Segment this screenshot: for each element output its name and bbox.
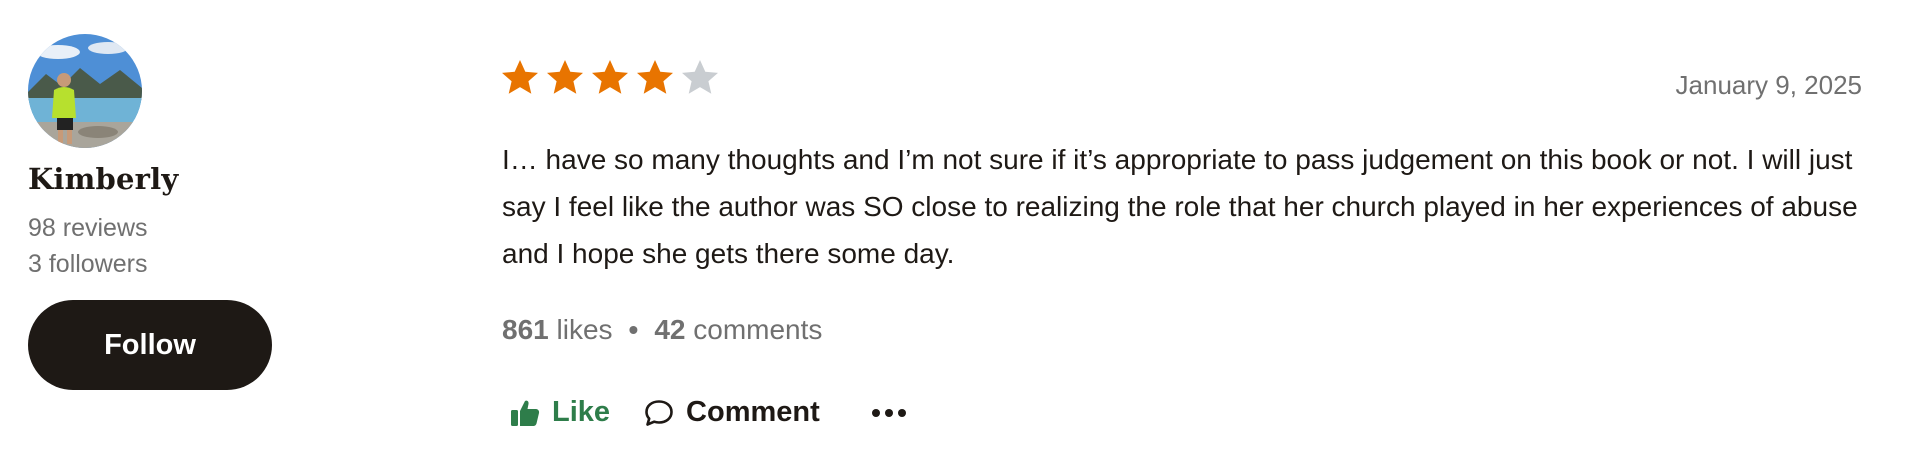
star-filled-icon: [500, 58, 540, 96]
star-filled-icon: [545, 58, 585, 96]
comments-count: 42: [654, 314, 686, 345]
comment-bubble-icon: [644, 399, 674, 427]
follow-button[interactable]: Follow: [28, 300, 272, 390]
like-label: Like: [552, 396, 611, 428]
comment-button[interactable]: Comment: [644, 396, 820, 429]
reviewer-review-count: 98 reviews: [28, 214, 148, 242]
likes-link[interactable]: 861 likes: [502, 314, 613, 346]
thumbs-up-icon: [510, 399, 540, 427]
more-options-icon[interactable]: [871, 403, 906, 423]
engagement-stats: 861 likes • 42 comments: [502, 314, 822, 346]
review-actions: Like Comment: [510, 396, 906, 429]
comments-link[interactable]: 42 comments: [654, 314, 822, 346]
review-text: I… have so many thoughts and I’m not sur…: [502, 144, 1858, 269]
star-filled-icon: [635, 58, 675, 96]
comment-label: Comment: [686, 396, 820, 428]
star-empty-icon: [680, 58, 720, 96]
rating-stars: [500, 58, 720, 96]
likes-count: 861: [502, 314, 549, 345]
reviewer-avatar[interactable]: [28, 34, 142, 148]
comments-word: comments: [693, 314, 823, 345]
likes-word: likes: [556, 314, 613, 345]
like-button[interactable]: Like: [510, 396, 610, 429]
reviewer-follower-count: 3 followers: [28, 250, 148, 278]
reviewer-name[interactable]: Kimberly: [28, 162, 178, 196]
review-date[interactable]: January 9, 2025: [1676, 70, 1862, 101]
separator-dot: •: [628, 314, 639, 345]
star-filled-icon: [590, 58, 630, 96]
